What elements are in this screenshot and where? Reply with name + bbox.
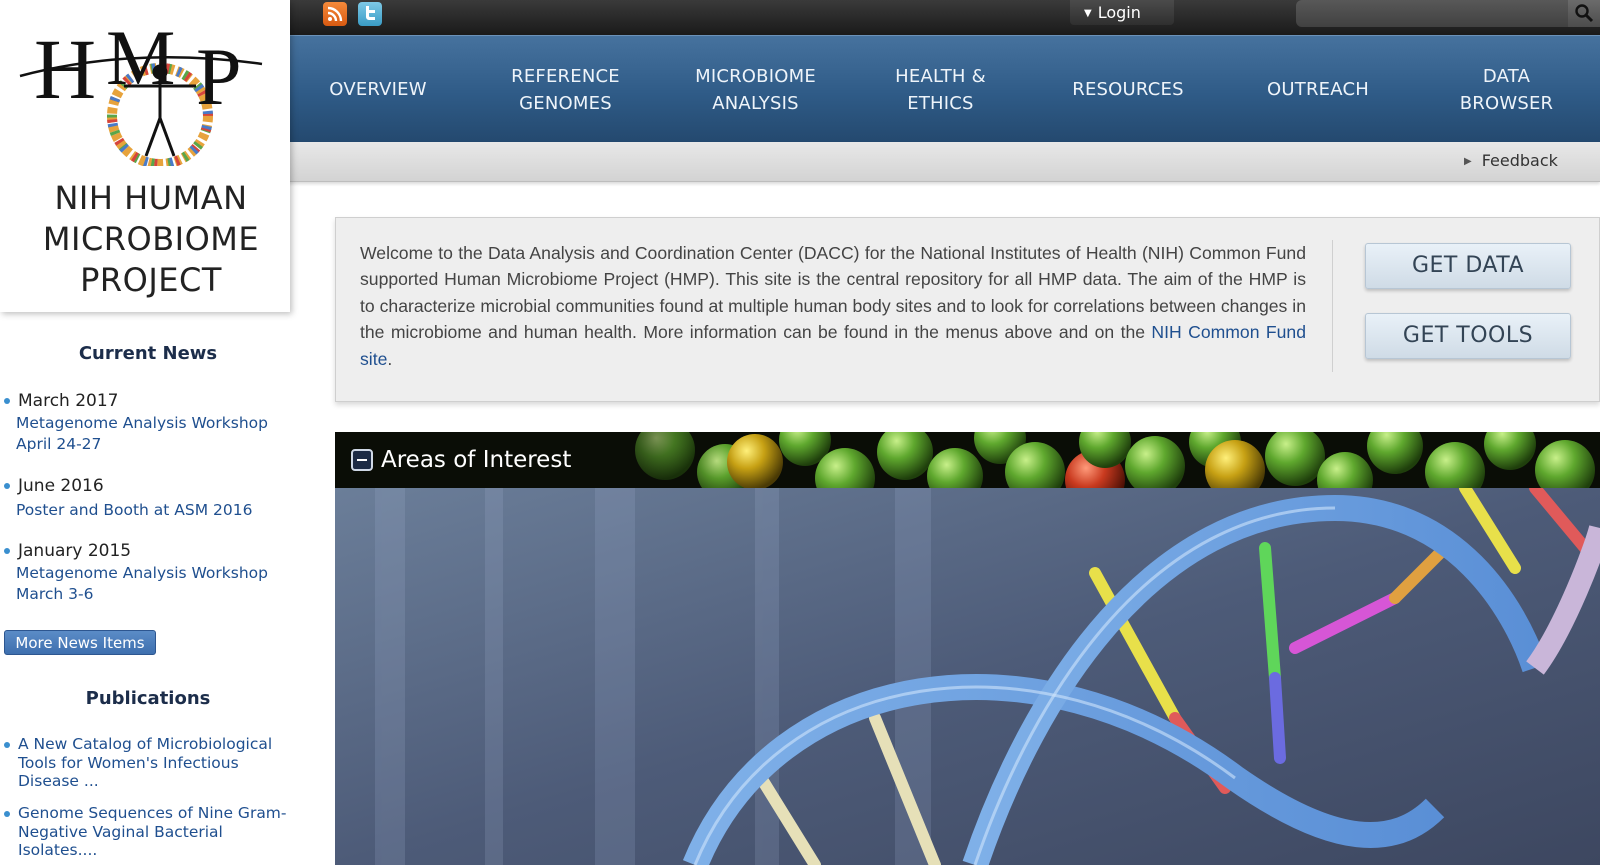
login-label: Login [1097, 3, 1141, 22]
publications-heading: Publications [85, 688, 211, 709]
nav-label: GENOMES [519, 92, 612, 114]
areas-of-interest-header[interactable]: Areas of Interest [335, 432, 1600, 488]
news-link[interactable]: Metagenome Analysis Workshop [16, 413, 268, 434]
search-input[interactable] [1296, 0, 1568, 27]
project-title: NIH HUMAN MICROBIOME PROJECT [0, 178, 302, 301]
news-date: March 2017 [18, 391, 119, 411]
title-line: NIH HUMAN [54, 179, 248, 217]
main-navigation: OVERVIEW REFERENCE GENOMES MICROBIOME ANAL… [288, 35, 1600, 142]
bullet-icon [4, 483, 10, 489]
nav-label: REFERENCE [511, 65, 620, 87]
publication-item: Genome Sequences of Nine Gram-Negative V… [4, 804, 294, 862]
title-line: PROJECT [80, 261, 222, 299]
news-date: January 2015 [18, 541, 132, 561]
get-tools-button[interactable]: GET TOOLS [1365, 313, 1571, 359]
login-button[interactable]: ▼ Login [1070, 0, 1174, 25]
news-link[interactable]: Metagenome Analysis Workshop [16, 563, 268, 584]
news-item: June 2016 Poster and Booth at ASM 2016 [4, 476, 294, 521]
twitter-icon[interactable] [358, 2, 382, 26]
publication-link[interactable]: A New Catalog of Microbiological Tools f… [18, 735, 288, 791]
svg-text:P: P [196, 31, 242, 122]
rss-icon[interactable] [323, 2, 347, 26]
welcome-panel: Welcome to the Data Analysis and Coordin… [335, 217, 1600, 402]
news-item: January 2015 Metagenome Analysis Worksho… [4, 541, 294, 603]
nav-label: BROWSER [1459, 92, 1554, 114]
publication-link[interactable]: Genome Sequences of Nine Gram-Negative V… [18, 804, 288, 860]
news-item: March 2017 Metagenome Analysis Workshop … [4, 391, 294, 453]
nav-label: OUTREACH [1267, 79, 1369, 100]
news-link[interactable]: Poster and Booth at ASM 2016 [16, 500, 252, 521]
hmp-logo[interactable]: H M P [14, 6, 264, 166]
divider [1332, 240, 1333, 372]
nav-label: RESOURCES [1072, 79, 1184, 100]
nav-health-ethics[interactable]: HEALTH & ETHICS [848, 36, 1033, 143]
publication-item: A New Catalog of Microbiological Tools f… [4, 735, 294, 793]
caret-down-icon: ▼ [1084, 8, 1092, 19]
triangle-right-icon: ▶ [1464, 156, 1472, 167]
areas-of-interest-title: Areas of Interest [381, 447, 572, 473]
get-data-button[interactable]: GET DATA [1365, 243, 1571, 289]
news-date: June 2016 [18, 476, 104, 496]
collapse-minus-icon[interactable] [351, 449, 373, 471]
bullet-icon [4, 398, 10, 404]
more-news-button[interactable]: More News Items [4, 630, 156, 655]
bullet-icon [4, 548, 10, 554]
nav-resources[interactable]: RESOURCES [1033, 36, 1223, 143]
dna-feature-image[interactable] [335, 488, 1600, 865]
logo-wordmark: H [34, 21, 96, 117]
nav-reference-genomes[interactable]: REFERENCE GENOMES [468, 36, 663, 143]
nav-label: MICROBIOME [695, 65, 816, 87]
feedback-label: Feedback [1481, 151, 1558, 170]
search-button[interactable] [1568, 0, 1600, 27]
search-box [1296, 0, 1600, 27]
nav-label: ANALYSIS [712, 92, 799, 114]
news-heading: Current News [78, 343, 218, 364]
sub-nav-strip: ▶ Feedback [288, 142, 1600, 182]
bullet-icon [4, 742, 10, 748]
welcome-text: Welcome to the Data Analysis and Coordin… [360, 240, 1306, 372]
welcome-suffix: . [387, 348, 393, 369]
dna-helix-image [335, 488, 1600, 865]
nav-data-browser[interactable]: DATA BROWSER [1413, 36, 1600, 143]
nav-label: DATA [1482, 65, 1531, 87]
search-icon [1575, 4, 1594, 23]
top-toolbar: ▼ Login [288, 0, 1600, 35]
nav-label: HEALTH & [895, 65, 986, 87]
nav-overview[interactable]: OVERVIEW [288, 36, 468, 143]
nav-microbiome-analysis[interactable]: MICROBIOME ANALYSIS [663, 36, 848, 143]
title-line: MICROBIOME [42, 220, 260, 258]
nav-label: OVERVIEW [329, 79, 427, 100]
nav-outreach[interactable]: OUTREACH [1223, 36, 1413, 143]
news-link[interactable]: March 3-6 [16, 584, 94, 605]
bullet-icon [4, 811, 10, 817]
nav-label: ETHICS [907, 92, 974, 114]
news-link[interactable]: April 24-27 [16, 434, 101, 455]
logo-panel: H M P NIH HUMAN MICROBIOME PROJECT [0, 0, 290, 312]
feedback-link[interactable]: ▶ Feedback [1464, 148, 1558, 174]
